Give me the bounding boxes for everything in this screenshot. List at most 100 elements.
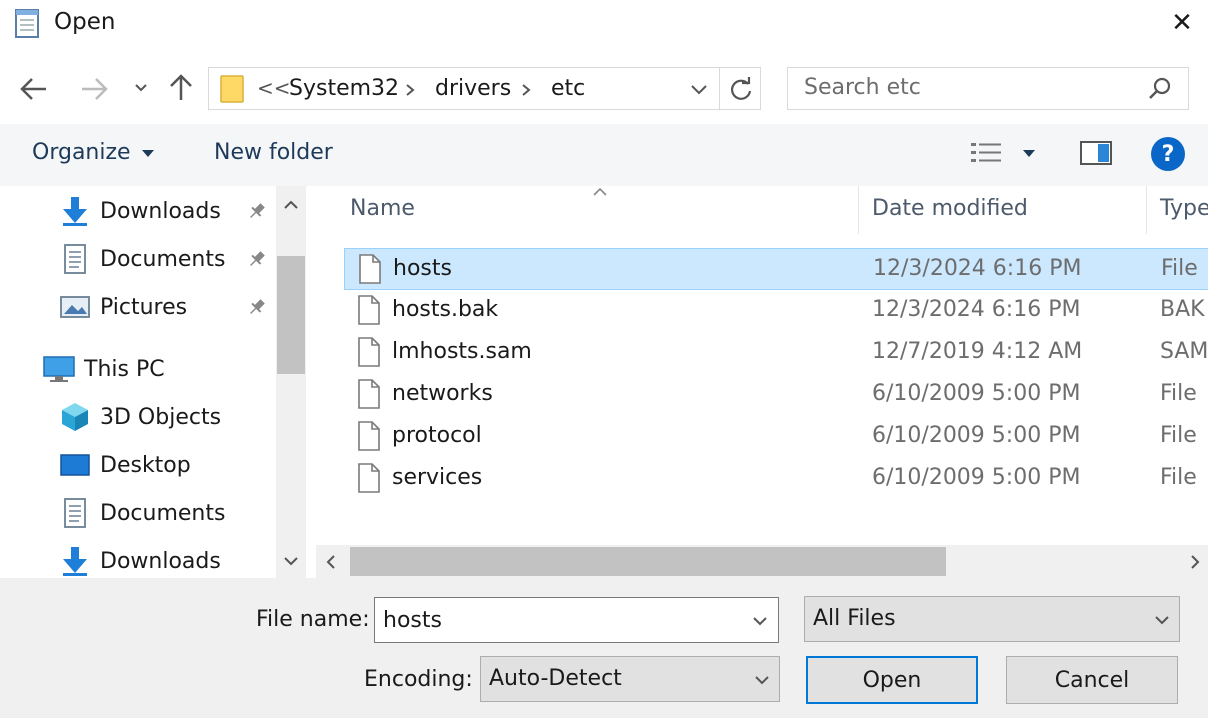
nav-item-documents[interactable]: Documents (58, 490, 225, 536)
nav-scroll-up-button[interactable] (280, 196, 302, 214)
file-name: protocol (392, 423, 482, 448)
view-options-button[interactable] (968, 140, 1038, 166)
file-icon (356, 420, 382, 452)
window-title: Open (54, 9, 116, 35)
pin-icon (250, 299, 265, 314)
3d-objects-icon (58, 400, 92, 434)
dialog-footer: File name: hosts All Files Encoding: Aut… (0, 578, 1208, 718)
nav-item-this-pc[interactable]: This PC (42, 346, 165, 392)
file-date: 6/10/2009 5:00 PM (872, 381, 1081, 406)
computer-icon (42, 352, 76, 386)
pin-icon (250, 203, 265, 218)
document-icon (58, 496, 92, 530)
file-type: SAM (1160, 339, 1208, 364)
recent-locations-button[interactable] (130, 78, 152, 98)
nav-item-downloads-quick[interactable]: Downloads (58, 188, 221, 234)
back-button[interactable] (16, 72, 52, 106)
file-icon (356, 462, 382, 494)
file-row[interactable]: hosts.bak 12/3/2024 6:16 PM BAK (344, 290, 1208, 332)
nav-item-desktop[interactable]: Desktop (58, 442, 191, 488)
scroll-right-button[interactable] (1186, 552, 1204, 572)
breadcrumb-overflow[interactable]: << (257, 76, 291, 100)
search-box[interactable]: Search etc (787, 67, 1189, 110)
file-row[interactable]: lmhosts.sam 12/7/2019 4:12 AM SAM (344, 332, 1208, 374)
encoding-label: Encoding: (364, 667, 473, 692)
nav-scrollbar[interactable] (276, 186, 306, 578)
chevron-down-icon (755, 676, 769, 685)
refresh-button[interactable] (727, 76, 755, 102)
file-type: BAK (1160, 297, 1205, 322)
file-type: File (1160, 465, 1197, 490)
file-name: lmhosts.sam (392, 339, 532, 364)
organize-label: Organize (32, 140, 131, 165)
horizontal-scrollbar-thumb[interactable] (350, 547, 946, 576)
nav-item-pictures-quick[interactable]: Pictures (58, 284, 187, 330)
column-divider[interactable] (858, 186, 859, 234)
breadcrumb-drivers[interactable]: drivers (435, 76, 511, 101)
file-type: File (1160, 423, 1197, 448)
command-bar: Organize New folder ? (0, 124, 1208, 186)
scroll-left-button[interactable] (322, 552, 340, 572)
nav-item-3d-objects[interactable]: 3D Objects (58, 394, 221, 440)
new-folder-button[interactable]: New folder (214, 140, 333, 165)
organize-button[interactable]: Organize (32, 140, 157, 165)
notepad-icon (12, 6, 44, 40)
encoding-select[interactable]: Auto-Detect (480, 656, 780, 702)
breadcrumb-separator-icon (406, 84, 415, 96)
chevron-right-icon (1191, 555, 1200, 569)
help-icon: ? (1161, 141, 1175, 167)
nav-scroll-down-button[interactable] (280, 552, 302, 570)
file-icon (356, 336, 382, 368)
search-icon (1146, 76, 1174, 102)
open-button[interactable]: Open (806, 656, 978, 704)
help-button[interactable]: ? (1151, 137, 1185, 171)
sort-ascending-icon (593, 187, 607, 196)
column-header-date[interactable]: Date modified (872, 196, 1028, 221)
nav-scrollbar-thumb[interactable] (277, 256, 305, 374)
up-button[interactable] (164, 70, 198, 106)
column-header-type[interactable]: Type (1160, 196, 1208, 221)
search-input[interactable]: Search etc (804, 75, 921, 100)
breadcrumb-system32[interactable]: System32 (289, 76, 399, 101)
nav-item-documents-quick[interactable]: Documents (58, 236, 225, 282)
chevron-down-icon (1155, 616, 1169, 625)
preview-pane-button[interactable] (1078, 138, 1114, 168)
forward-arrow-icon (82, 78, 108, 100)
file-name: hosts.bak (392, 297, 499, 322)
title-bar: Open ✕ (0, 0, 1208, 48)
file-date: 6/10/2009 5:00 PM (872, 423, 1081, 448)
filetype-select[interactable]: All Files (804, 596, 1180, 642)
document-icon (58, 242, 92, 276)
chevron-down-icon (135, 84, 147, 92)
file-name: services (392, 465, 483, 490)
chevron-up-icon (284, 200, 298, 209)
close-button[interactable]: ✕ (1156, 0, 1208, 46)
breadcrumb-separator-icon (522, 84, 531, 96)
breadcrumb-etc[interactable]: etc (551, 76, 585, 101)
filename-input[interactable]: hosts (374, 597, 779, 643)
up-arrow-icon (170, 74, 192, 100)
preview-pane-icon (1080, 141, 1112, 165)
column-divider[interactable] (1146, 186, 1147, 234)
nav-item-downloads[interactable]: Downloads (58, 538, 221, 578)
file-date: 6/10/2009 5:00 PM (872, 465, 1081, 490)
file-row[interactable]: services 6/10/2009 5:00 PM File (344, 458, 1208, 500)
download-arrow-icon (58, 544, 92, 578)
file-row[interactable]: protocol 6/10/2009 5:00 PM File (344, 416, 1208, 458)
cancel-button[interactable]: Cancel (1006, 656, 1178, 704)
address-bar[interactable]: << System32 drivers etc (208, 67, 761, 110)
file-row[interactable]: networks 6/10/2009 5:00 PM File (344, 374, 1208, 416)
navigation-pane: Downloads Documents Pictures This PC 3D … (0, 186, 306, 578)
pin-icon (250, 251, 265, 266)
details-view-icon (971, 143, 1001, 162)
forward-button[interactable] (76, 72, 112, 106)
file-date: 12/3/2024 6:16 PM (873, 256, 1082, 281)
file-icon (356, 294, 382, 326)
address-dropdown-button[interactable] (687, 78, 711, 100)
desktop-icon (58, 448, 92, 482)
file-row[interactable]: hosts 12/3/2024 6:16 PM File (344, 248, 1208, 290)
file-list: Name Date modified Type hosts 12/3/2024 6… (316, 186, 1208, 578)
column-header-name[interactable]: Name (350, 196, 415, 221)
chevron-down-icon (691, 85, 707, 95)
download-arrow-icon (58, 194, 92, 228)
